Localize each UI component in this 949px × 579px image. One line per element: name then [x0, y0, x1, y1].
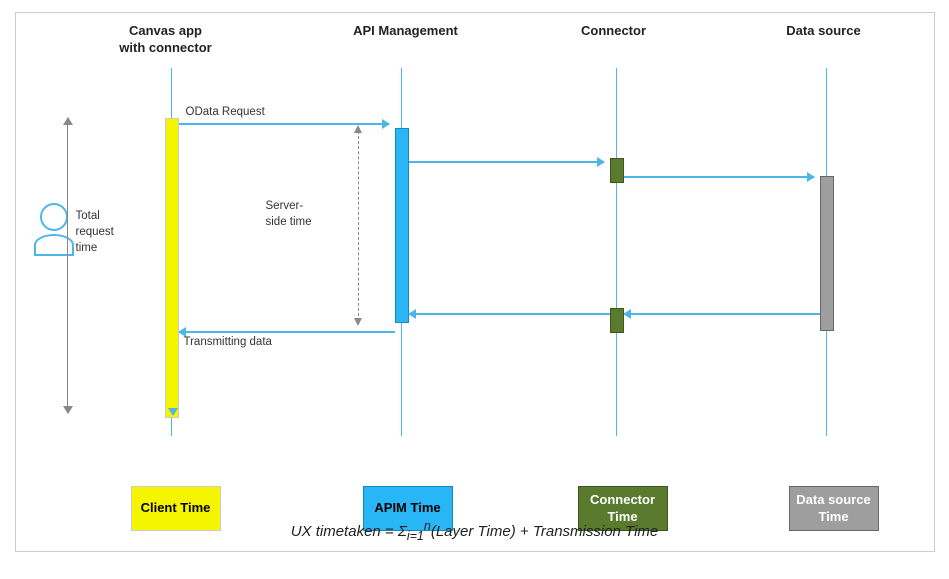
server-side-dashed-top	[358, 131, 359, 321]
col-header-connector: Connector	[574, 23, 654, 40]
arrow-connector-datasource	[624, 176, 814, 178]
label-odata-request: OData Request	[186, 106, 265, 118]
activation-canvas	[165, 118, 179, 418]
label-server-side-time: Server-side time	[266, 198, 312, 230]
label-transmitting-data: Transmitting data	[184, 336, 272, 348]
col-header-datasource: Data source	[784, 23, 864, 40]
bottom-box-client-label: Client Time	[141, 500, 211, 517]
formula-text: UX timetaken = Σi=1n(Layer Time) + Trans…	[291, 523, 659, 540]
arrow-apim-connector	[409, 161, 604, 163]
server-side-arrow-up	[354, 125, 362, 133]
total-request-label: Totalrequesttime	[76, 208, 114, 256]
col-header-canvas: Canvas appwith connector	[116, 23, 216, 57]
formula-area: UX timetaken = Σi=1n(Layer Time) + Trans…	[16, 519, 934, 543]
activation-datasource	[820, 176, 834, 331]
activation-connector-bottom	[610, 308, 624, 333]
canvas-bottom-arrow	[168, 408, 178, 416]
arrow-datasource-connector-return	[624, 313, 820, 315]
activation-apim	[395, 128, 409, 323]
lifeline-connector	[616, 68, 618, 436]
activation-connector-top	[610, 158, 624, 183]
bottom-box-apim-label: APIM Time	[374, 500, 440, 517]
arrow-transmitting-data	[179, 331, 395, 333]
diagram-container: Canvas appwith connector API Management …	[15, 12, 935, 552]
server-side-arrow-down	[354, 318, 362, 326]
total-request-arrow	[67, 118, 69, 413]
arrow-connector-apim-return	[409, 313, 610, 315]
col-header-apim: API Management	[351, 23, 461, 40]
